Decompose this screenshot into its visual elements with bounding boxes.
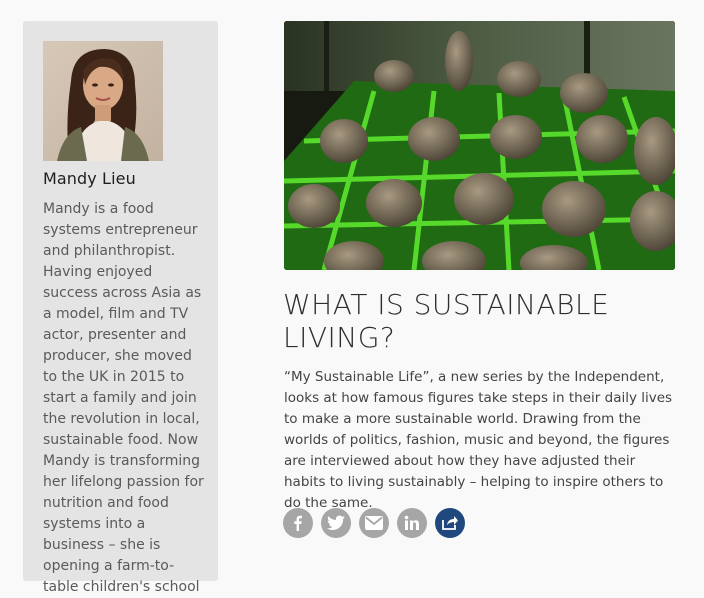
- article-title: What is sustainable living?: [283, 288, 610, 354]
- share-linkedin-button[interactable]: [397, 508, 427, 538]
- author-bio: Mandy is a food systems entrepreneur and…: [43, 201, 204, 595]
- author-avatar: [43, 41, 163, 161]
- author-sidebar: Mandy Lieu Mandy is a food systems entre…: [23, 21, 218, 595]
- article-hero-image: [284, 21, 675, 270]
- share-icon: [442, 516, 458, 530]
- twitter-icon: [327, 515, 345, 530]
- share-facebook-button[interactable]: [283, 508, 313, 538]
- facebook-icon: [294, 515, 302, 531]
- share-twitter-button[interactable]: [321, 508, 351, 538]
- linkedin-icon: [404, 515, 419, 530]
- share-more-button[interactable]: [435, 508, 465, 538]
- email-icon: [365, 516, 383, 530]
- article-lede: “My Sustainable Life”, a new series by t…: [284, 369, 673, 511]
- share-buttons: [283, 508, 465, 538]
- author-name: Mandy Lieu: [43, 169, 136, 188]
- share-email-button[interactable]: [359, 508, 389, 538]
